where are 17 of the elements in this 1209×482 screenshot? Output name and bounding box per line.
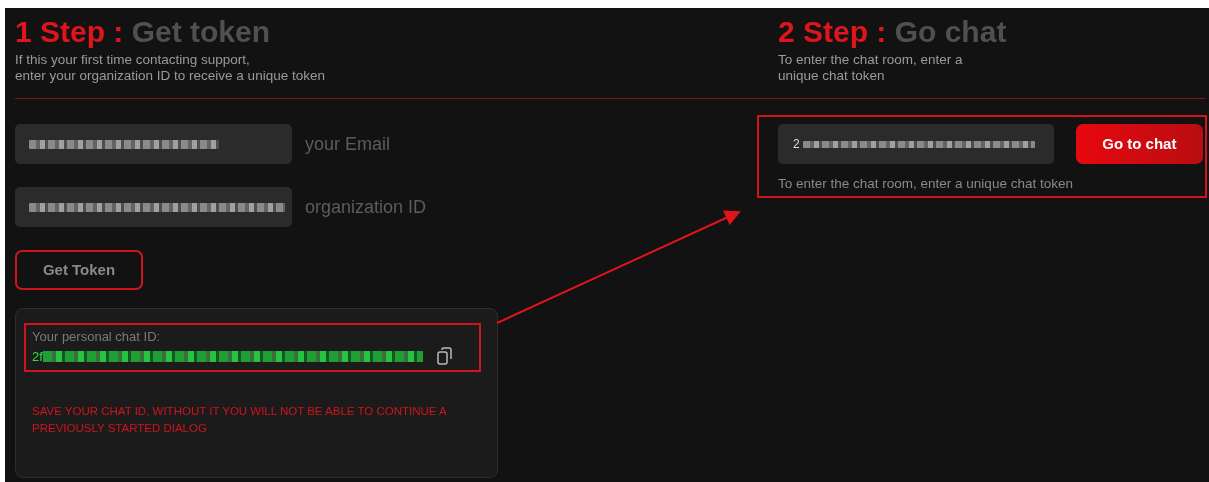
field-label: your Email [305, 132, 391, 156]
input-field[interactable] [15, 124, 292, 164]
copy-icon[interactable] [436, 347, 452, 366]
warning-text: SAVE YOUR CHAT ID, WITHOUT IT YOU WILL NOT BE ABLE TO CONTINUE A PREVIOUSLY STARTED DIALOG [32, 404, 448, 436]
step-description: If this your first time contacting support, enter your organization ID to receive a unique token [15, 52, 326, 84]
hint-text: To enter the chat room, enter a unique chat token [778, 175, 1074, 193]
go-to-chat-button[interactable]: Go to chat [1075, 124, 1203, 164]
get-token-button[interactable]: Get Token [15, 250, 143, 290]
input-field[interactable] [15, 187, 292, 227]
step-heading: 1 Step : Get token [15, 14, 272, 50]
token-field[interactable]: 2 [778, 124, 1054, 164]
chat-id-label: Your personal chat ID: [32, 328, 162, 346]
chat-id-value: 2f [32, 347, 43, 366]
step-description: To enter the chat room, enter a unique chat token [778, 52, 964, 84]
field-label: organization ID [305, 195, 427, 219]
token-value: 2 [793, 136, 800, 153]
step-heading: 2 Step : Go chat [778, 14, 1008, 50]
